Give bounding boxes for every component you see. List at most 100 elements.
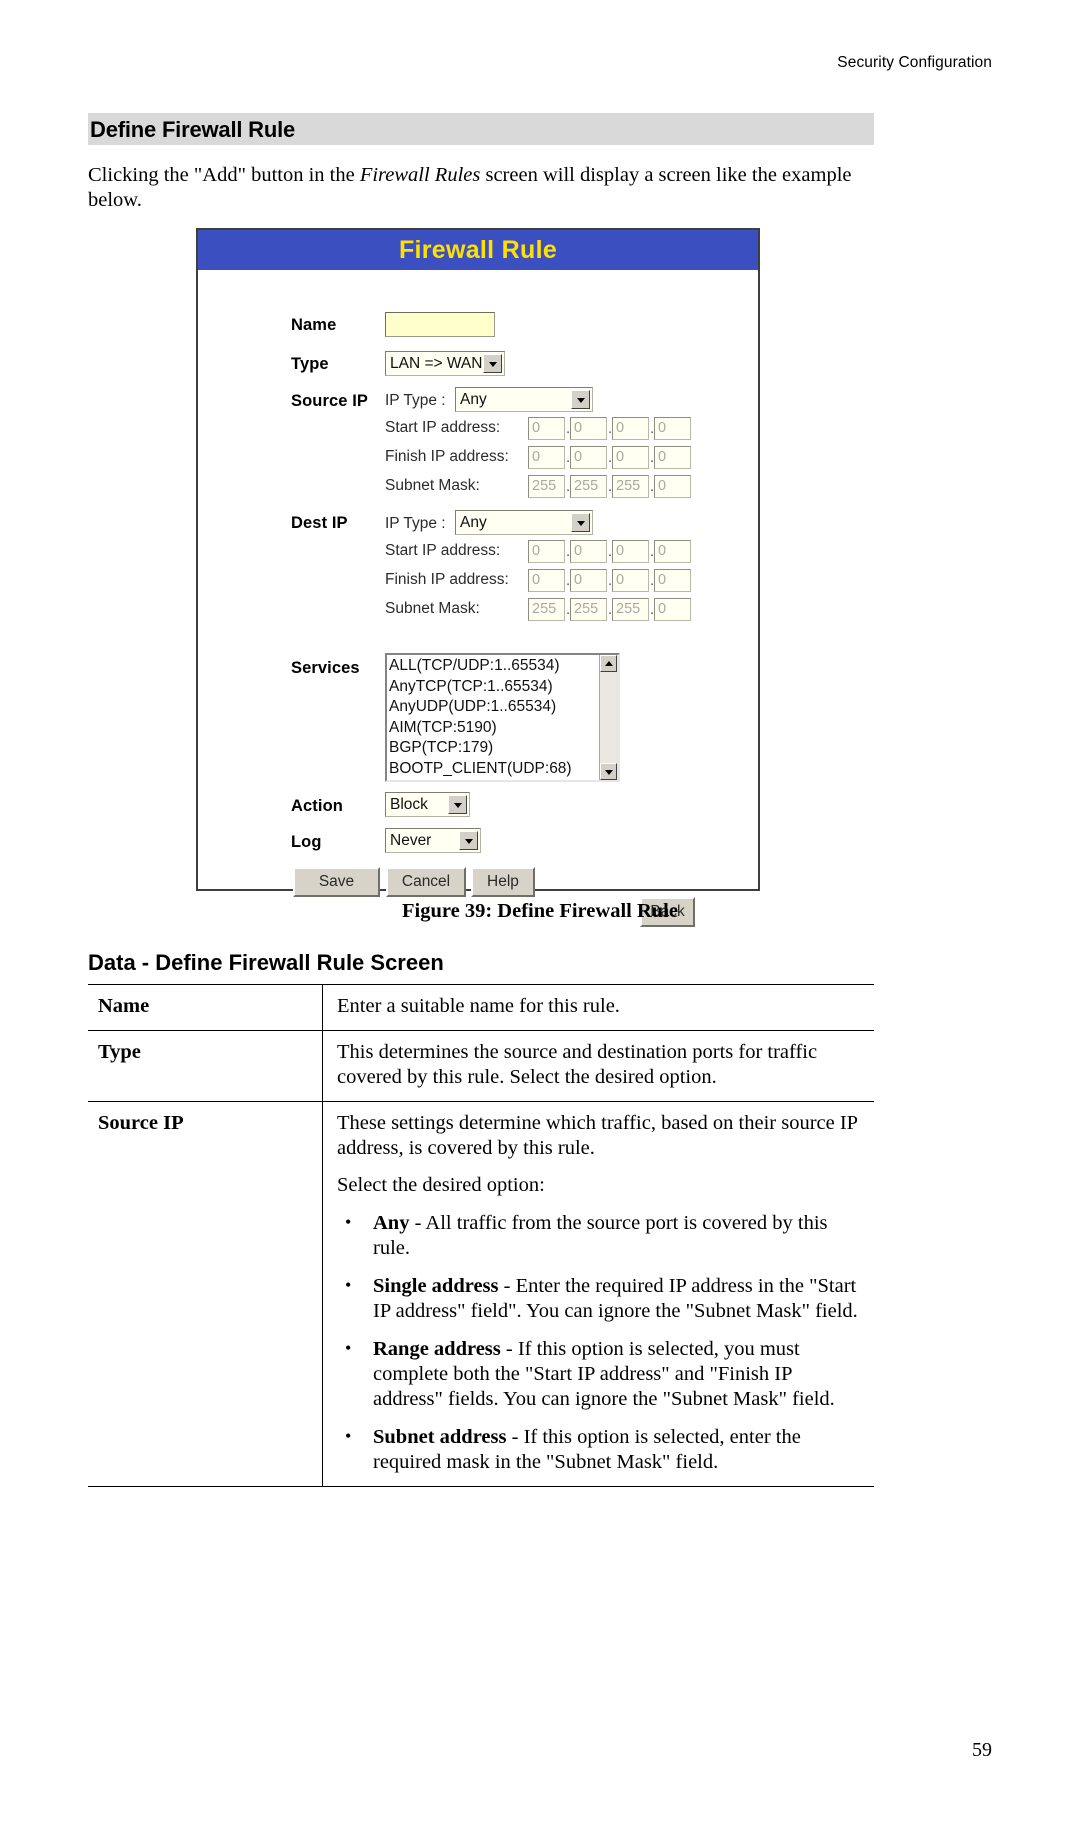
dest-finish-ip-octet-2[interactable]: 0 xyxy=(570,569,607,592)
log-select-value: Never xyxy=(390,831,432,849)
list-item: Subnet address - If this option is selec… xyxy=(337,1424,866,1475)
cancel-button[interactable]: Cancel xyxy=(386,867,466,897)
source-finish-ip-octet-1[interactable]: 0 xyxy=(528,446,565,469)
dest-ip-type-label: IP Type : xyxy=(385,515,446,532)
services-list-items: ALL(TCP/UDP:1..65534) AnyTCP(TCP:1..6553… xyxy=(387,655,599,780)
action-select[interactable]: Block xyxy=(385,792,470,817)
table-cell-key: Type xyxy=(88,1030,323,1102)
figure-caption: Figure 39: Define Firewall Rule xyxy=(402,900,678,922)
data-section-heading: Data - Define Firewall Rule Screen xyxy=(88,950,444,975)
chevron-down-icon xyxy=(571,390,590,409)
dialog-body: Name Type LAN => WAN Source IP IP Type :… xyxy=(198,270,758,927)
running-head: Security Configuration xyxy=(837,54,992,71)
paragraph: These settings determine which traffic, … xyxy=(337,1112,858,1159)
dest-finish-ip-octet-1[interactable]: 0 xyxy=(528,569,565,592)
source-ip-type-label: IP Type : xyxy=(385,392,446,409)
bullet-dash: - xyxy=(498,1275,516,1297)
chevron-down-icon xyxy=(483,354,502,373)
dest-subnet-octet-2[interactable]: 255 xyxy=(570,598,607,621)
source-start-ip-octet-4[interactable]: 0 xyxy=(654,417,691,440)
dest-start-ip-octet-4[interactable]: 0 xyxy=(654,540,691,563)
dialog-titlebar: Firewall Rule xyxy=(198,230,758,270)
chevron-down-icon xyxy=(448,795,467,814)
services-label: Services xyxy=(291,659,360,677)
source-finish-ip-octet-2[interactable]: 0 xyxy=(570,446,607,469)
source-ip-type-select[interactable]: Any xyxy=(455,387,593,412)
source-subnet-octet-3[interactable]: 255 xyxy=(612,475,649,498)
bullet-term: Single address xyxy=(373,1275,499,1297)
source-subnet-octet-4[interactable]: 0 xyxy=(654,475,691,498)
action-label: Action xyxy=(291,797,343,815)
dest-subnet-octet-1[interactable]: 255 xyxy=(528,598,565,621)
dest-subnet-octet-3[interactable]: 255 xyxy=(612,598,649,621)
bullet-term: Any xyxy=(373,1212,410,1234)
bullet-list: Any - All traffic from the source port i… xyxy=(337,1210,866,1475)
action-select-value: Block xyxy=(390,795,428,813)
dest-start-ip-octet-1[interactable]: 0 xyxy=(528,540,565,563)
services-listbox[interactable]: ALL(TCP/UDP:1..65534) AnyTCP(TCP:1..6553… xyxy=(385,653,620,782)
dest-start-ip-octet-3[interactable]: 0 xyxy=(612,540,649,563)
save-button[interactable]: Save xyxy=(293,867,380,897)
page-number: 59 xyxy=(972,1739,992,1761)
dest-finish-ip-label: Finish IP address: xyxy=(385,571,509,588)
source-subnet-octet-1[interactable]: 255 xyxy=(528,475,565,498)
paragraph: Enter a suitable name for this rule. xyxy=(337,995,620,1017)
dest-start-ip-octet-2[interactable]: 0 xyxy=(570,540,607,563)
source-ip-label: Source IP xyxy=(291,392,369,410)
scroll-down-icon[interactable] xyxy=(600,763,617,780)
intro-text-before: Clicking the "Add" button in the xyxy=(88,164,360,186)
table-cell-value: This determines the source and destinati… xyxy=(322,1030,874,1102)
dest-finish-ip-octet-3[interactable]: 0 xyxy=(612,569,649,592)
bullet-dash: - xyxy=(500,1338,518,1360)
dest-subnet-octet-4[interactable]: 0 xyxy=(654,598,691,621)
chevron-down-icon xyxy=(571,513,590,532)
source-start-ip-label: Start IP address: xyxy=(385,419,501,436)
source-finish-ip-octet-3[interactable]: 0 xyxy=(612,446,649,469)
source-subnet-octet-2[interactable]: 255 xyxy=(570,475,607,498)
help-button[interactable]: Help xyxy=(471,867,535,897)
log-label: Log xyxy=(291,833,322,851)
data-table: Name Enter a suitable name for this rule… xyxy=(88,984,874,1487)
table-row: Type This determines the source and dest… xyxy=(88,1030,874,1102)
list-item[interactable]: AnyUDP(UDP:1..65534) xyxy=(389,697,599,718)
services-scrollbar[interactable] xyxy=(599,655,618,780)
paragraph: This determines the source and destinati… xyxy=(337,1041,818,1088)
dest-start-ip-label: Start IP address: xyxy=(385,542,501,559)
dest-ip-type-value: Any xyxy=(460,513,487,531)
page-title: Define Firewall Rule xyxy=(90,117,296,142)
name-label: Name xyxy=(291,316,337,334)
dest-ip-type-select[interactable]: Any xyxy=(455,510,593,535)
table-row: Source IP These settings determine which… xyxy=(88,1101,874,1487)
source-subnet-mask-label: Subnet Mask: xyxy=(385,477,480,494)
bullet-term: Subnet address xyxy=(373,1426,507,1448)
list-item[interactable]: AnyTCP(TCP:1..65534) xyxy=(389,677,599,698)
list-item[interactable]: BGP(TCP:179) xyxy=(389,738,599,759)
source-start-ip-octet-3[interactable]: 0 xyxy=(612,417,649,440)
table-row: Name Enter a suitable name for this rule… xyxy=(88,984,874,1031)
log-select[interactable]: Never xyxy=(385,828,481,853)
chevron-down-icon xyxy=(459,831,478,850)
list-item: Any - All traffic from the source port i… xyxy=(337,1210,866,1261)
source-start-ip-octet-2[interactable]: 0 xyxy=(570,417,607,440)
dest-finish-ip-octet-4[interactable]: 0 xyxy=(654,569,691,592)
type-select-value: LAN => WAN xyxy=(390,354,483,372)
list-item[interactable]: ALL(TCP/UDP:1..65534) xyxy=(389,656,599,677)
list-item[interactable]: BOOTP_CLIENT(UDP:68) xyxy=(389,759,599,780)
table-cell-key: Name xyxy=(88,984,323,1031)
dialog-title: Firewall Rule xyxy=(398,235,558,264)
source-finish-ip-octet-4[interactable]: 0 xyxy=(654,446,691,469)
bullet-dash: - xyxy=(409,1212,426,1234)
bullet-text: All traffic from the source port is cove… xyxy=(373,1212,828,1259)
firewall-rule-dialog: Firewall Rule Name Type LAN => WAN Sourc… xyxy=(196,228,760,927)
list-item: Range address - If this option is select… xyxy=(337,1336,866,1412)
source-start-ip-octet-1[interactable]: 0 xyxy=(528,417,565,440)
intro-text-italic: Firewall Rules xyxy=(359,164,481,186)
list-item[interactable]: AIM(TCP:5190) xyxy=(389,718,599,739)
table-cell-value: These settings determine which traffic, … xyxy=(322,1101,874,1487)
list-item: Single address - Enter the required IP a… xyxy=(337,1273,866,1324)
scroll-up-icon[interactable] xyxy=(600,655,617,672)
table-cell-value: Enter a suitable name for this rule. xyxy=(322,984,874,1031)
type-select[interactable]: LAN => WAN xyxy=(385,351,505,376)
table-cell-key: Source IP xyxy=(88,1101,323,1487)
name-input[interactable] xyxy=(385,312,495,337)
